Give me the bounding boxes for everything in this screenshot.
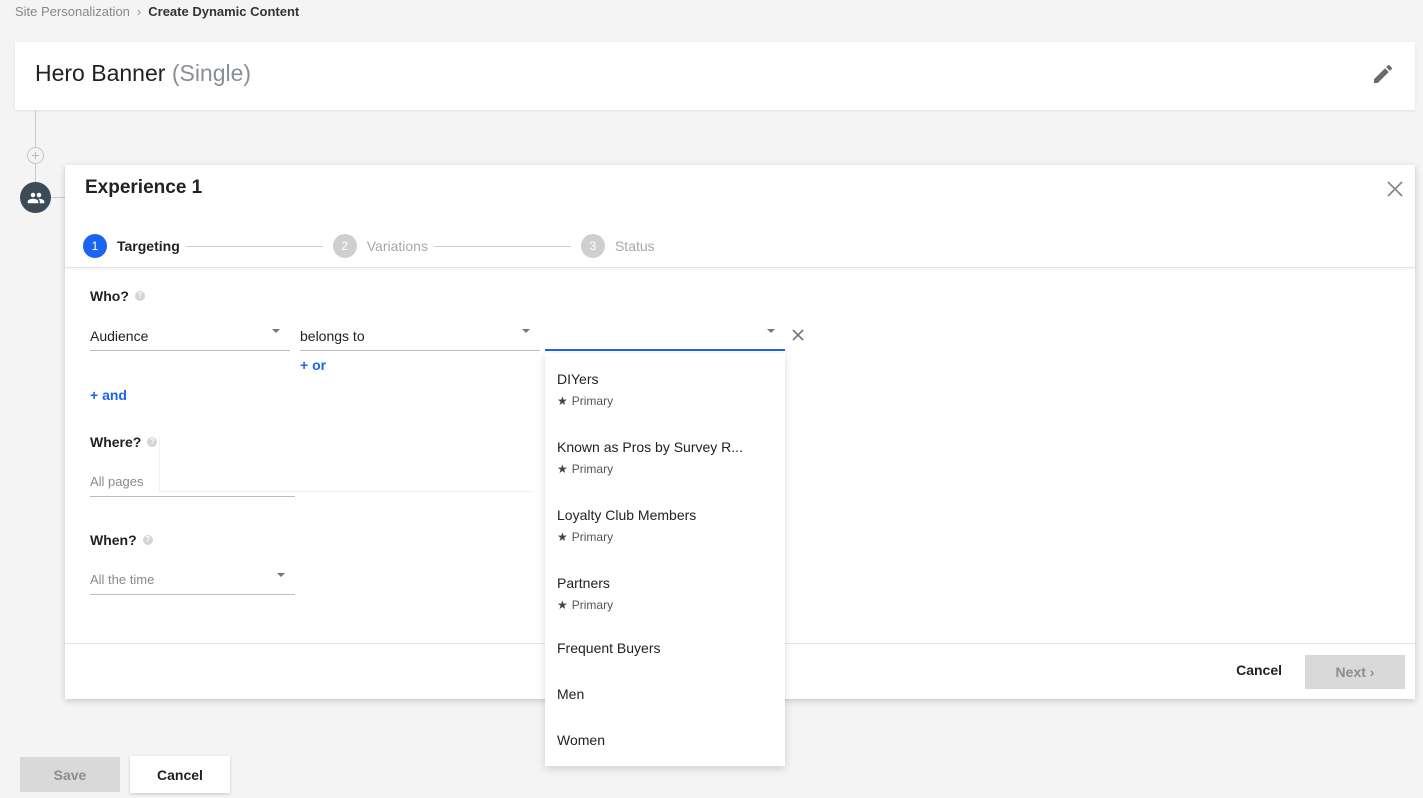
option-tag: ★ Primary [557,598,773,612]
save-button[interactable]: Save [20,757,120,792]
dropdown-option[interactable]: Men [545,671,785,717]
experience-cancel-button[interactable]: Cancel [1236,662,1282,678]
when-select[interactable]: All the time [90,567,295,595]
dropdown-option[interactable]: Frequent Buyers [545,625,785,671]
option-tag: ★ Primary [557,394,773,408]
star-icon: ★ [557,530,568,544]
audience-people-icon[interactable] [20,182,51,213]
step-connector [433,245,571,247]
add-circle-icon[interactable]: + [27,147,44,164]
step-number: 1 [83,234,107,258]
where-label: Where? ? [90,434,158,450]
stepper: 1 Targeting 2 Variations 3 Status [83,234,655,258]
step-targeting[interactable]: 1 Targeting [83,234,180,258]
timeline-connector [51,197,65,198]
option-tag-text: Primary [571,530,614,544]
step-status[interactable]: 3 Status [580,234,655,258]
operator-select[interactable]: belongs to [300,323,540,351]
audience-dropdown-menu: DIYers ★ Primary Known as Pros by Survey … [545,353,785,766]
audience-value-select[interactable] [545,323,785,351]
option-tag-text: Primary [571,462,614,476]
edit-pencil-icon[interactable] [1371,62,1395,86]
page-title-type: (Single) [171,60,252,86]
where-pages-placeholder: All pages [90,474,144,489]
option-name: Known as Pros by Survey R... [557,439,743,455]
when-label: When? ? [90,532,153,548]
cancel-button[interactable]: Cancel [130,756,230,793]
audience-attribute-select[interactable]: Audience [90,323,290,351]
star-icon: ★ [557,394,568,408]
clear-x-icon[interactable] [791,328,805,342]
star-icon: ★ [557,462,568,476]
option-name: Partners [557,575,610,591]
audience-attribute-value: Audience [90,328,149,344]
chevron-down-icon [272,329,280,333]
option-name: Women [557,732,605,748]
breadcrumb-current: Create Dynamic Content [148,4,300,19]
hidden-suggestion-panel [159,437,531,492]
chevron-down-icon [522,329,530,333]
add-and-condition-link[interactable]: + and [90,387,127,403]
next-button[interactable]: Next › [1305,655,1405,689]
who-label: Who? ? [90,288,145,304]
page-title: Hero Banner (Single) [35,60,251,87]
add-or-condition-link[interactable]: + or [300,357,326,373]
dropdown-option[interactable]: Partners ★ Primary [545,557,785,625]
chevron-down-icon [277,573,285,577]
step-number: 2 [332,234,357,258]
experience-header: Experience 1 1 Targeting 2 Variations 3 … [65,165,1415,268]
where-label-text: Where? [90,434,142,450]
when-value: All the time [90,572,155,587]
breadcrumb-separator: › [136,4,142,19]
content-header-card: Hero Banner (Single) [15,42,1415,110]
step-label: Status [614,238,655,254]
option-name: Loyalty Club Members [557,507,697,523]
option-name: DIYers [557,371,599,387]
step-number: 3 [580,234,605,258]
dropdown-option[interactable]: Loyalty Club Members ★ Primary [545,489,785,557]
dropdown-option[interactable]: DIYers ★ Primary [545,353,785,421]
close-icon[interactable] [1385,179,1405,199]
option-name: Frequent Buyers [557,640,661,656]
operator-value: belongs to [300,328,365,344]
option-tag: ★ Primary [557,462,773,476]
star-icon: ★ [557,598,568,612]
dropdown-option[interactable]: Women [545,717,785,763]
step-connector [185,245,323,247]
option-tag-text: Primary [571,598,614,612]
chevron-down-icon [767,329,775,333]
option-tag-text: Primary [571,394,614,408]
step-label: Variations [366,238,428,254]
experience-title: Experience 1 [85,177,203,198]
breadcrumb: Site Personalization › Create Dynamic Co… [15,4,299,19]
breadcrumb-parent-link[interactable]: Site Personalization [15,4,130,19]
help-icon[interactable]: ? [134,291,145,301]
option-name: Men [557,686,585,702]
help-icon[interactable]: ? [147,437,158,447]
who-label-text: Who? [90,288,129,304]
when-label-text: When? [90,532,137,548]
help-icon[interactable]: ? [142,535,153,545]
page-title-text: Hero Banner [35,60,166,86]
option-tag: ★ Primary [557,530,773,544]
dropdown-option[interactable]: Known as Pros by Survey R... ★ Primary [545,421,785,489]
step-variations[interactable]: 2 Variations [332,234,428,258]
step-label: Targeting [117,238,180,254]
